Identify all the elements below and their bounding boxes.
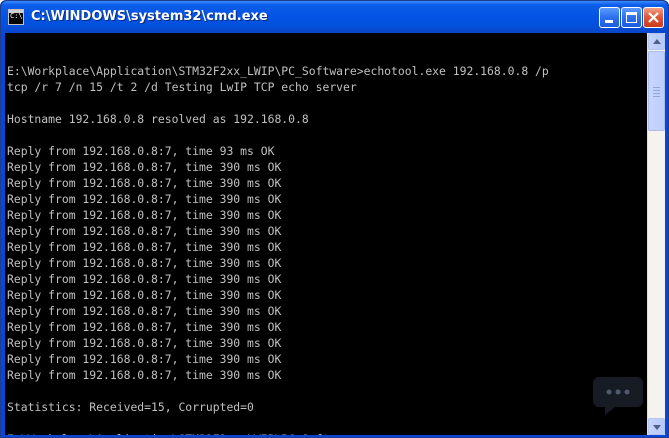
scroll-down-arrow-icon (653, 425, 661, 430)
scroll-up-button[interactable] (648, 33, 665, 50)
close-button[interactable] (643, 7, 664, 28)
thumb-grip-line (653, 96, 660, 97)
title-bar[interactable]: C:\ C:\WINDOWS\system32\cmd.exe (1, 1, 668, 33)
close-icon (648, 12, 659, 23)
console-line: Reply from 192.168.0.8:7, time 390 ms OK (7, 208, 282, 222)
console-line: Reply from 192.168.0.8:7, time 390 ms OK (7, 224, 282, 238)
scroll-down-button[interactable] (648, 418, 665, 435)
cmd-console-icon[interactable]: C:\ (8, 9, 24, 25)
window-title: C:\WINDOWS\system32\cmd.exe (31, 9, 268, 24)
console-line: Reply from 192.168.0.8:7, time 390 ms OK (7, 336, 282, 350)
console-line: Reply from 192.168.0.8:7, time 390 ms OK (7, 368, 282, 382)
scroll-thumb[interactable] (648, 51, 665, 131)
console-line: Hostname 192.168.0.8 resolved as 192.168… (7, 112, 309, 126)
minimize-button[interactable] (599, 7, 620, 28)
console-text: E:\Workplace\Application\STM32F2xx_LWIP\… (7, 47, 549, 435)
console-line: Statistics: Received=15, Corrupted=0 (7, 400, 254, 414)
console-line: E:\Workplace\Application\STM32F2xx_LWIP\… (7, 431, 549, 435)
console-line: Reply from 192.168.0.8:7, time 390 ms OK (7, 272, 282, 286)
thumb-grip-line (653, 90, 660, 91)
thumb-grip-line (653, 87, 660, 88)
vertical-scrollbar[interactable] (647, 33, 665, 435)
console-line: Reply from 192.168.0.8:7, time 390 ms OK (7, 176, 282, 190)
console-line: Reply from 192.168.0.8:7, time 390 ms OK (7, 160, 282, 174)
console-output[interactable]: E:\Workplace\Application\STM32F2xx_LWIP\… (5, 33, 647, 435)
console-line: Reply from 192.168.0.8:7, time 390 ms OK (7, 352, 282, 366)
scroll-up-arrow-icon (653, 39, 661, 44)
maximize-icon (626, 12, 637, 23)
maximize-button[interactable] (621, 7, 642, 28)
console-line: tcp /r 7 /n 15 /t 2 /d Testing LwIP TCP … (7, 80, 357, 94)
console-line: Reply from 192.168.0.8:7, time 390 ms OK (7, 192, 282, 206)
thumb-grip-line (653, 93, 660, 94)
console-line: Reply from 192.168.0.8:7, time 390 ms OK (7, 288, 282, 302)
console-line: Reply from 192.168.0.8:7, time 390 ms OK (7, 256, 282, 270)
console-line: Reply from 192.168.0.8:7, time 93 ms OK (7, 144, 275, 158)
console-line: Reply from 192.168.0.8:7, time 390 ms OK (7, 320, 282, 334)
console-line: Reply from 192.168.0.8:7, time 390 ms OK (7, 240, 282, 254)
cmd-window: C:\ C:\WINDOWS\system32\cmd.exe E:\Workp… (0, 0, 669, 438)
console-line: E:\Workplace\Application\STM32F2xx_LWIP\… (7, 64, 549, 78)
minimize-icon (605, 20, 613, 23)
console-line: Reply from 192.168.0.8:7, time 390 ms OK (7, 304, 282, 318)
